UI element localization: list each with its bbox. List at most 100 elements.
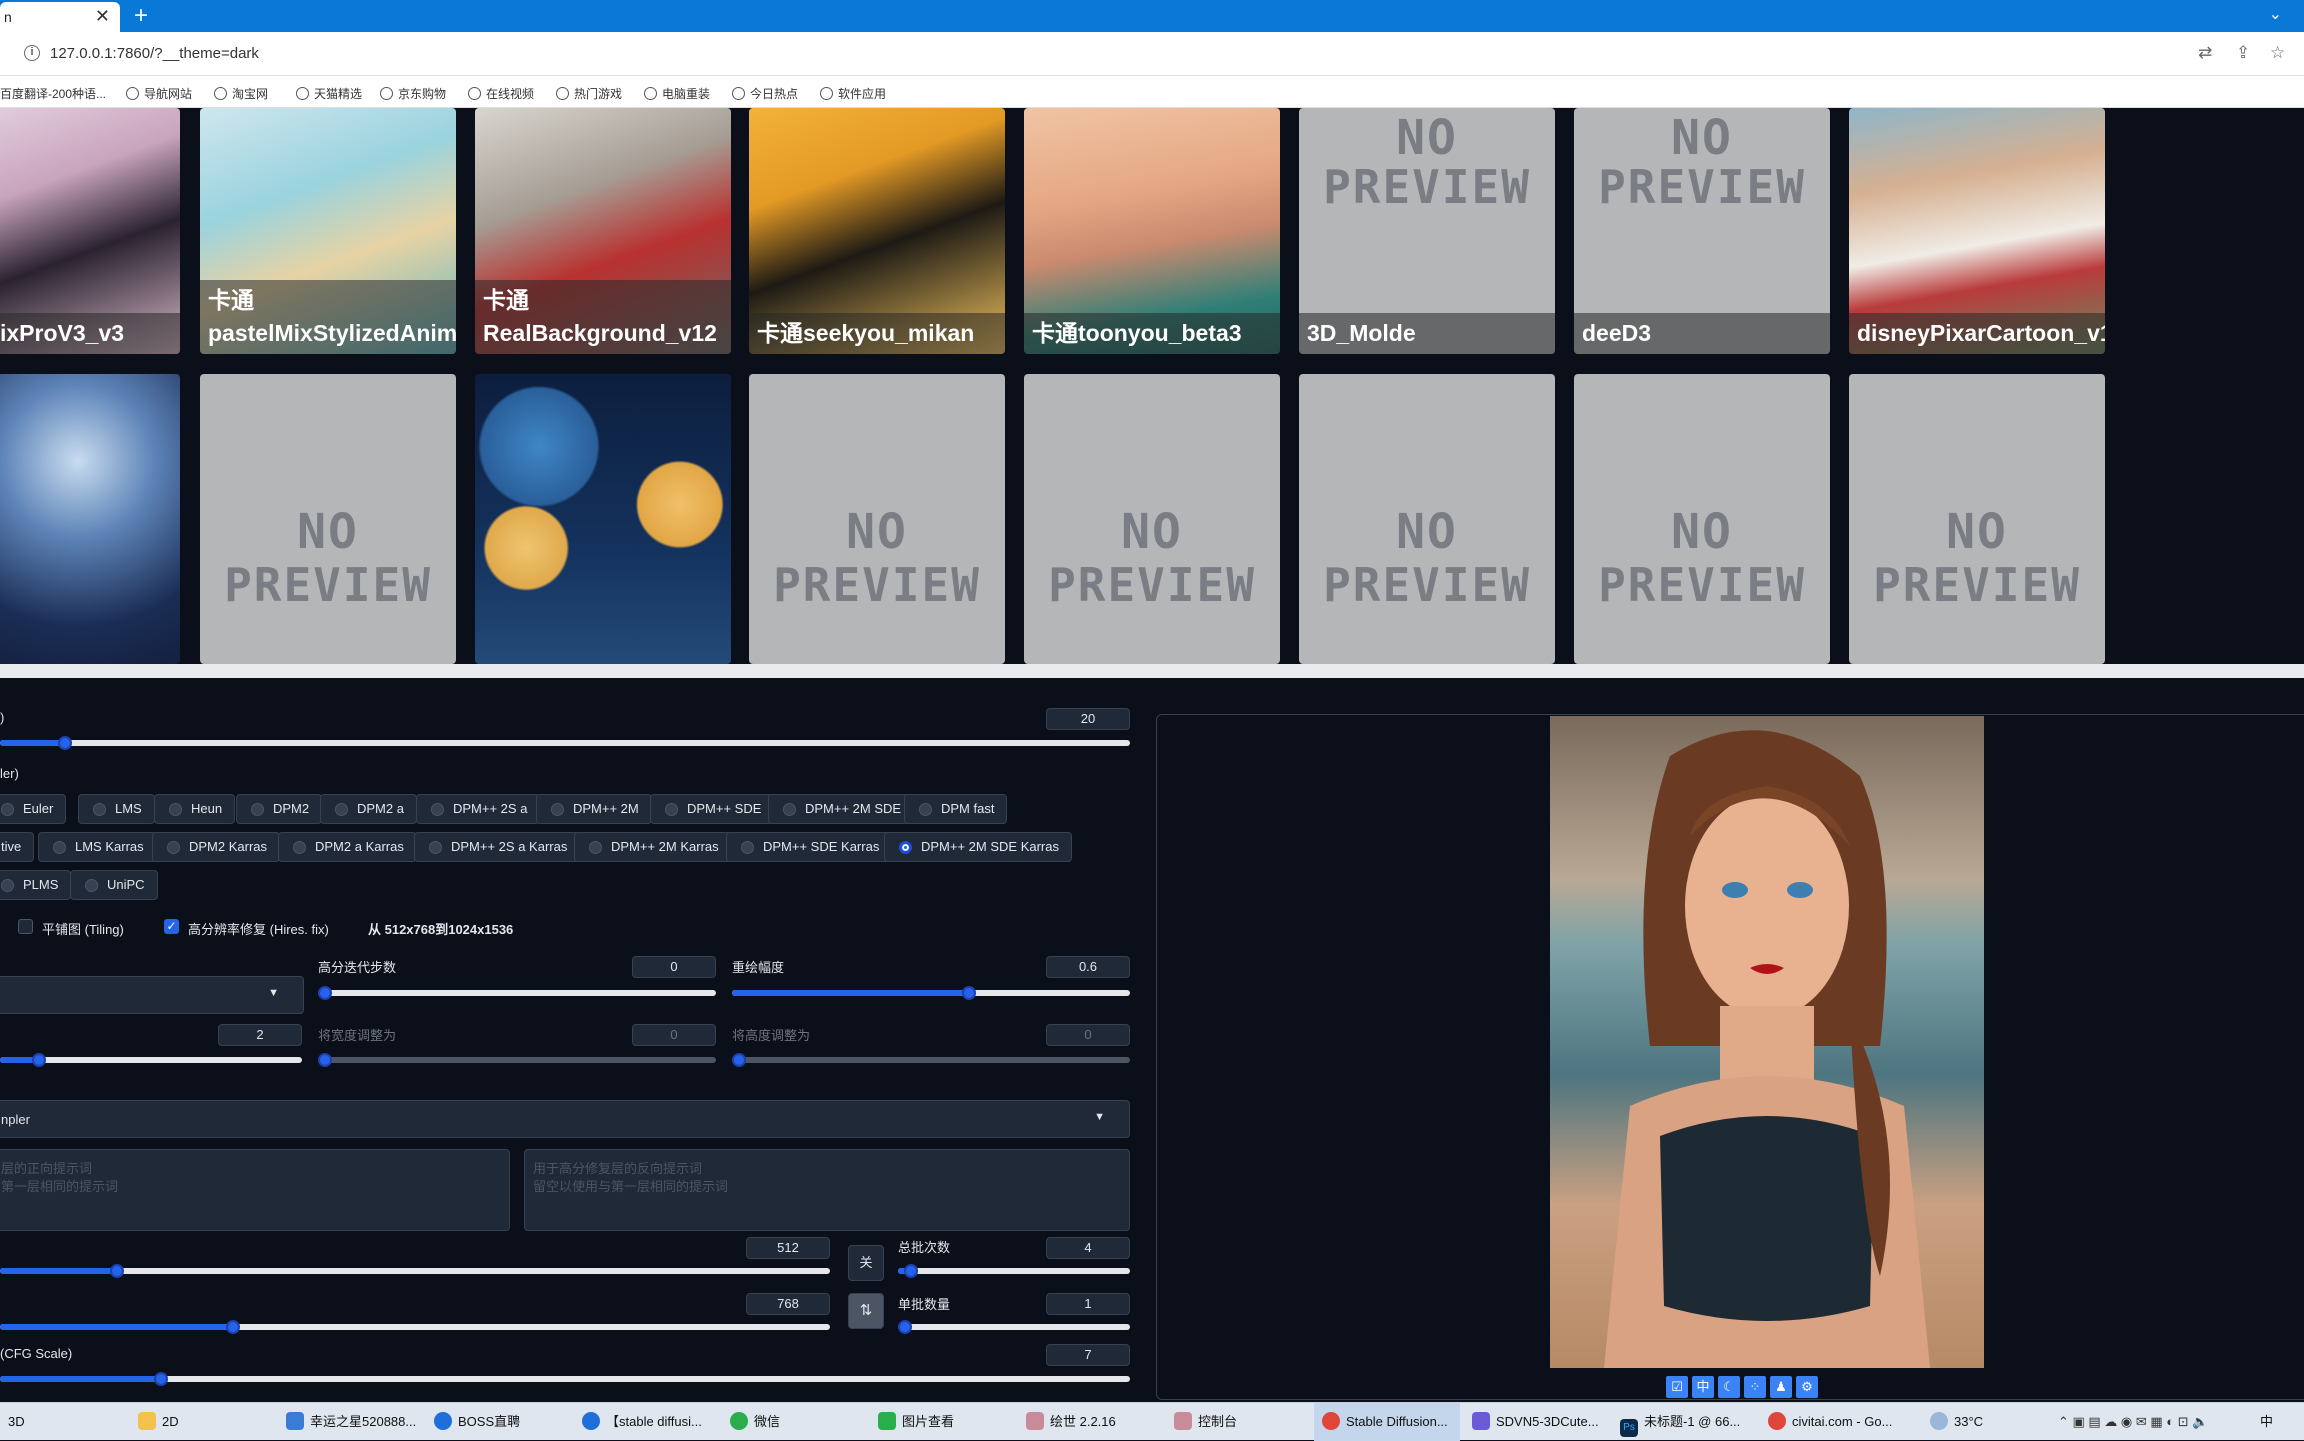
taskbar-item[interactable]: 【stable diffusi... [574,1403,702,1441]
slider-handle[interactable] [318,1053,332,1067]
resize-width-slider[interactable] [318,1053,716,1067]
model-card-no-preview[interactable]: NO PREVIEW [1849,374,2105,664]
batch-count-input[interactable]: 4 [1046,1237,1130,1259]
model-card[interactable]: 卡通RealBackground_v12 [475,108,731,354]
chevron-down-icon[interactable]: ⌄ [2269,4,2282,24]
sampler-option[interactable]: DPM2 [236,794,323,824]
cfg-scale-slider[interactable] [0,1372,1130,1386]
hires-negative-prompt-textarea[interactable]: 用于高分修复层的反向提示词 留空以使用与第一层相同的提示词 [524,1149,1130,1231]
slider-handle[interactable] [226,1320,240,1334]
bookmark-item[interactable]: 京东购物 [380,85,446,102]
sampler-option[interactable]: DPM++ SDE Karras [726,832,893,862]
model-card-no-preview[interactable]: NO PREVIEW [749,374,1005,664]
sampler-option[interactable]: LMS Karras [38,832,157,862]
ime-chinese-icon[interactable]: 中 [1692,1376,1714,1398]
sampler-option[interactable]: LMS [78,794,155,824]
batch-count-slider[interactable] [898,1264,1130,1278]
bookmark-item[interactable]: 软件应用 [820,85,886,102]
model-card[interactable]: ixProV3_v3 [0,108,180,354]
bookmark-item[interactable]: 百度翻译-200种语... [0,85,106,102]
lock-aspect-button[interactable]: 关 [848,1245,884,1281]
batch-size-input[interactable]: 1 [1046,1293,1130,1315]
sampler-option[interactable]: Euler [0,794,67,824]
cfg-scale-input[interactable]: 7 [1046,1344,1130,1366]
ime-toggle-icon[interactable]: ☑ [1666,1376,1688,1398]
sampler-option[interactable]: DPM++ 2M SDE [768,794,915,824]
model-card-no-preview[interactable]: NO PREVIEW [1299,374,1555,664]
info-icon[interactable]: i [24,45,40,61]
close-icon[interactable]: ✕ [95,6,110,27]
slider-handle[interactable] [110,1264,124,1278]
model-card-no-preview[interactable]: NO PREVIEW [200,374,456,664]
bookmark-item[interactable]: 天猫精选 [296,85,362,102]
url-text[interactable]: 127.0.0.1:7860/?__theme=dark [50,45,259,62]
weather-widget[interactable]: 33°C [1922,1403,1983,1441]
model-card-no-preview[interactable]: NO PREVIEW deeD3 [1574,108,1830,354]
slider-handle[interactable] [732,1053,746,1067]
moon-icon[interactable]: ☾ [1718,1376,1740,1398]
share-icon[interactable]: ⇪ [2236,43,2250,63]
sampler-option[interactable]: DPM++ 2S a [416,794,541,824]
steps-slider[interactable] [0,736,1130,750]
denoise-slider[interactable] [732,986,1130,1000]
hires-fix-checkbox[interactable]: ✓ [164,919,179,934]
bookmark-item[interactable]: 在线视频 [468,85,534,102]
resize-height-input[interactable]: 0 [1046,1024,1130,1046]
width-slider[interactable] [0,1264,830,1278]
taskbar-item[interactable]: SDVN5-3DCute... [1464,1403,1599,1441]
model-card-no-preview[interactable]: NO PREVIEW 3D_Molde [1299,108,1555,354]
hires-prompt-textarea[interactable]: 层的正向提示词 第一层相同的提示词 [0,1149,510,1231]
taskbar-item[interactable]: Ps 未标题-1 @ 66... [1612,1403,1740,1441]
slider-handle[interactable] [318,986,332,1000]
height-slider[interactable] [0,1320,830,1334]
sampler-option[interactable]: DPM2 Karras [152,832,281,862]
bookmark-item[interactable]: 热门游戏 [556,85,622,102]
bookmark-item[interactable]: 导航网站 [126,85,192,102]
address-bar[interactable]: i 127.0.0.1:7860/?__theme=dark ⇄ ⇪ ☆ [0,32,2304,76]
denoise-input[interactable]: 0.6 [1046,956,1130,978]
bookmark-item[interactable]: 电脑重装 [644,85,710,102]
model-card[interactable]: 卡通seekyou_mikan [749,108,1005,354]
bookmark-item[interactable]: 淘宝网 [214,85,268,102]
slider-handle[interactable] [58,736,72,750]
model-card-no-preview[interactable]: NO PREVIEW [1574,374,1830,664]
taskbar-item[interactable]: civitai.com - Go... [1760,1403,1892,1441]
taskbar-item[interactable]: 控制台 [1166,1403,1237,1441]
model-card[interactable]: disneyPixarCartoon_v10 [1849,108,2105,354]
translate-icon[interactable]: ⇄ [2198,43,2212,63]
height-input[interactable]: 768 [746,1293,830,1315]
model-card[interactable]: 卡通toonyou_beta3 [1024,108,1280,354]
sampler-option-selected[interactable]: DPM++ 2M SDE Karras [884,832,1072,862]
taskbar-item[interactable]: 幸运之星520888... [278,1403,416,1441]
model-card-no-preview[interactable]: NO PREVIEW [1024,374,1280,664]
model-card[interactable] [0,374,180,664]
taskbar-item[interactable]: 微信 [722,1403,780,1441]
system-tray[interactable]: ⌃ ▣ ▤ ☁ ◉ ✉ ▦ ◐ ⊡ 🔈 [2050,1403,2250,1441]
taskbar-item[interactable]: 2D [130,1403,179,1441]
sampler-option[interactable]: DPM++ 2S a Karras [414,832,581,862]
gear-icon[interactable]: ⚙ [1796,1376,1818,1398]
slider-handle[interactable] [962,986,976,1000]
sampler-option[interactable]: DPM2 a Karras [278,832,417,862]
batch-size-slider[interactable] [898,1320,1130,1334]
sampler-option[interactable]: DPM++ 2M [536,794,652,824]
taskbar-item[interactable]: BOSS直聘 [426,1403,520,1441]
sampler-option[interactable]: DPM++ SDE [650,794,775,824]
slider-handle[interactable] [904,1264,918,1278]
steps-input[interactable]: 20 [1046,708,1130,730]
sampler-option[interactable]: PLMS [0,870,72,900]
user-icon[interactable]: ♟ [1770,1376,1792,1398]
star-icon[interactable]: ☆ [2270,43,2285,63]
ime-indicator[interactable]: 中 [2252,1403,2273,1441]
hires-steps-slider[interactable] [318,986,716,1000]
resize-height-slider[interactable] [732,1053,1130,1067]
model-card[interactable] [475,374,731,664]
slider-handle[interactable] [32,1053,46,1067]
sampler-option[interactable]: DPM2 a [320,794,417,824]
sampler-option[interactable]: tive [0,832,35,862]
new-tab-button[interactable]: + [134,2,148,30]
sampler-option[interactable]: DPM fast [904,794,1008,824]
hires-sampler-dropdown[interactable]: npler ▼ [0,1100,1130,1138]
swap-dimensions-button[interactable]: ⇅ [848,1293,884,1329]
tiling-checkbox[interactable] [18,919,33,934]
